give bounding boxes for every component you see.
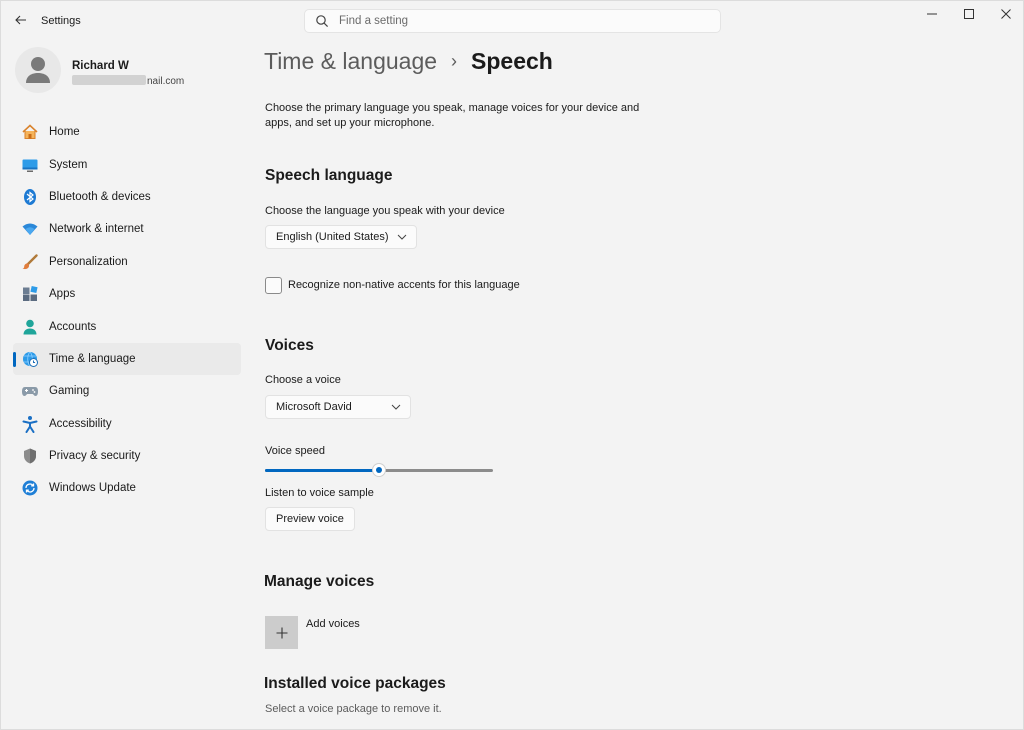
update-icon bbox=[21, 479, 39, 497]
search-icon bbox=[316, 15, 329, 28]
speech-language-dropdown[interactable]: English (United States) bbox=[265, 225, 417, 249]
manage-voices-heading: Manage voices bbox=[264, 573, 375, 590]
sidebar-item-label: Accessibility bbox=[49, 417, 112, 430]
sidebar-item-accounts[interactable]: Accounts bbox=[13, 310, 241, 342]
accounts-icon bbox=[21, 318, 39, 336]
sidebar-item-bluetooth[interactable]: Bluetooth & devices bbox=[13, 181, 241, 213]
profile-email: nail.com bbox=[72, 75, 184, 87]
close-icon bbox=[1001, 9, 1011, 19]
choose-voice-label: Choose a voice bbox=[265, 374, 341, 386]
sidebar-item-system[interactable]: System bbox=[13, 148, 241, 180]
sidebar-item-accessibility[interactable]: Accessibility bbox=[13, 408, 241, 440]
sidebar-nav: Home System Bluetooth & devices Network … bbox=[13, 116, 241, 505]
home-icon bbox=[21, 123, 39, 141]
voice-sample-label: Listen to voice sample bbox=[265, 487, 374, 499]
sidebar-item-label: System bbox=[49, 158, 88, 171]
sidebar-item-label: Home bbox=[49, 126, 80, 139]
sidebar-item-apps[interactable]: Apps bbox=[13, 278, 241, 310]
globe-clock-icon bbox=[21, 350, 39, 368]
sidebar-item-label: Network & internet bbox=[49, 223, 144, 236]
sidebar-item-label: Apps bbox=[49, 288, 76, 301]
user-avatar-icon bbox=[26, 57, 50, 83]
sidebar-item-privacy[interactable]: Privacy & security bbox=[13, 440, 241, 472]
sidebar-item-gaming[interactable]: Gaming bbox=[13, 375, 241, 407]
sidebar-item-label: Gaming bbox=[49, 385, 90, 398]
wifi-icon bbox=[21, 220, 39, 238]
brush-icon bbox=[21, 253, 39, 271]
sidebar-item-label: Personalization bbox=[49, 255, 128, 268]
chevron-down-icon bbox=[391, 404, 401, 410]
page-description: Choose the primary language you speak, m… bbox=[265, 102, 640, 129]
breadcrumb-separator: › bbox=[451, 51, 458, 71]
chevron-down-icon bbox=[397, 234, 407, 240]
speech-language-label: Choose the language you speak with your … bbox=[265, 205, 505, 217]
search-input[interactable] bbox=[339, 15, 699, 27]
voice-dropdown[interactable]: Microsoft David bbox=[265, 395, 411, 419]
accents-checkbox[interactable] bbox=[265, 277, 282, 294]
back-button[interactable] bbox=[9, 9, 33, 31]
sidebar-item-label: Time & language bbox=[49, 352, 136, 365]
sidebar-item-label: Accounts bbox=[49, 320, 97, 333]
voice-speed-label: Voice speed bbox=[265, 445, 325, 457]
accessibility-icon bbox=[21, 415, 39, 433]
speech-language-heading: Speech language bbox=[265, 167, 393, 184]
profile-name: Richard W bbox=[72, 60, 129, 72]
sidebar-item-personalization[interactable]: Personalization bbox=[13, 246, 241, 278]
sidebar-item-label: Windows Update bbox=[49, 482, 136, 495]
sidebar-item-label: Privacy & security bbox=[49, 450, 141, 463]
shield-icon bbox=[21, 447, 39, 465]
installed-voices-heading: Installed voice packages bbox=[264, 675, 446, 692]
preview-voice-button[interactable]: Preview voice bbox=[265, 507, 355, 531]
plus-icon bbox=[276, 627, 287, 638]
breadcrumb: Time & language › Speech bbox=[264, 48, 553, 75]
add-voices-label[interactable]: Add voices bbox=[306, 618, 360, 630]
system-icon bbox=[21, 156, 39, 174]
accents-checkbox-label: Recognize non-native accents for this la… bbox=[288, 279, 520, 291]
sidebar-item-home[interactable]: Home bbox=[13, 116, 241, 148]
sidebar-item-time-language[interactable]: Time & language bbox=[13, 342, 241, 376]
apps-icon bbox=[21, 285, 39, 303]
app-title: Settings bbox=[41, 15, 81, 27]
add-voices-button[interactable] bbox=[265, 616, 298, 649]
sidebar-item-network[interactable]: Network & internet bbox=[13, 213, 241, 245]
close-button[interactable] bbox=[987, 5, 1024, 23]
title-bar: Settings bbox=[1, 1, 1023, 41]
maximize-icon bbox=[964, 9, 974, 19]
maximize-button[interactable] bbox=[950, 5, 988, 23]
bluetooth-icon bbox=[21, 188, 39, 206]
voice-speed-slider[interactable] bbox=[265, 463, 493, 477]
voice-value: Microsoft David bbox=[276, 401, 352, 413]
settings-window: Settings Richard W nail.com bbox=[0, 0, 1024, 730]
search-box[interactable] bbox=[304, 9, 721, 33]
sidebar-item-windows-update[interactable]: Windows Update bbox=[13, 472, 241, 504]
minimize-icon bbox=[927, 13, 937, 15]
email-redaction bbox=[72, 75, 146, 85]
page-title: Speech bbox=[471, 48, 553, 74]
minimize-button[interactable] bbox=[913, 5, 951, 23]
slider-fill bbox=[265, 469, 379, 472]
installed-voices-hint: Select a voice package to remove it. bbox=[265, 703, 442, 715]
avatar bbox=[15, 47, 61, 93]
slider-thumb[interactable] bbox=[372, 463, 386, 477]
profile-email-suffix: nail.com bbox=[147, 76, 185, 87]
voices-heading: Voices bbox=[265, 337, 314, 354]
speech-language-value: English (United States) bbox=[276, 231, 389, 243]
breadcrumb-parent[interactable]: Time & language bbox=[264, 48, 437, 75]
back-arrow-icon bbox=[15, 15, 26, 25]
sidebar-item-label: Bluetooth & devices bbox=[49, 190, 151, 203]
gamepad-icon bbox=[21, 382, 39, 400]
